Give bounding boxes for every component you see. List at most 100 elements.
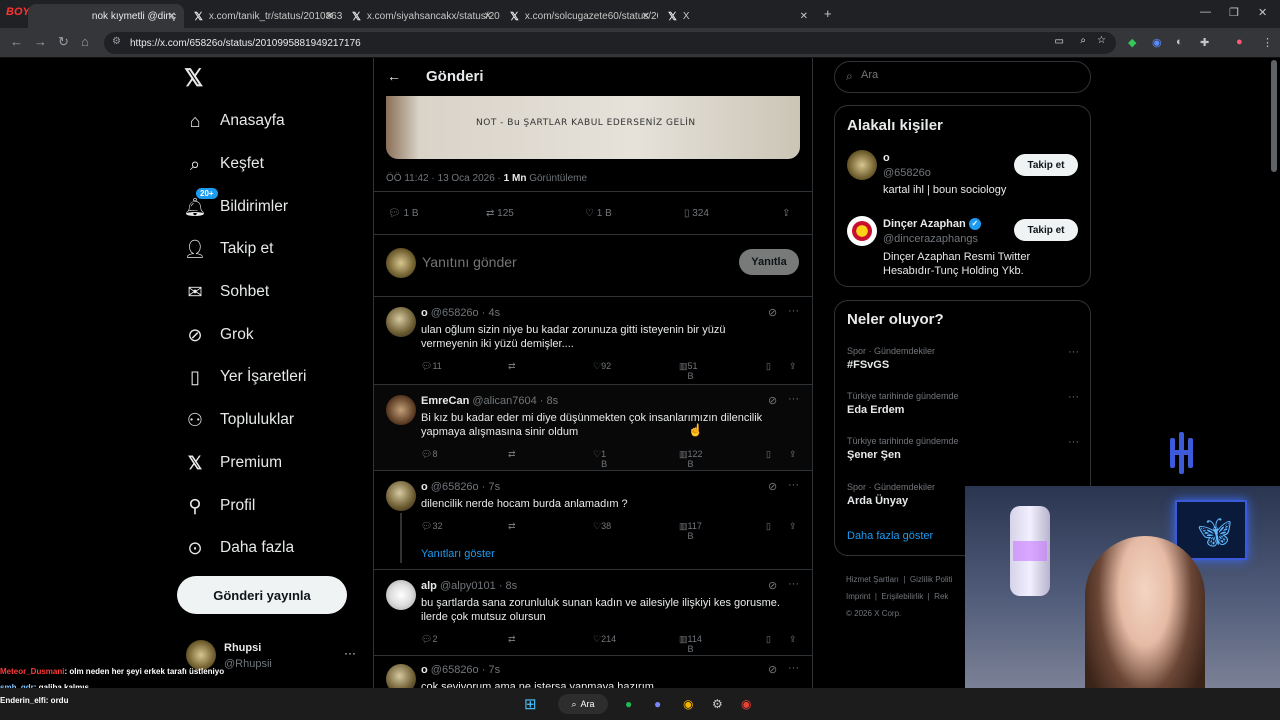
tab-5[interactable]: 𝕏 X ✕ [660, 4, 816, 28]
sidebar-item-grok[interactable]: ⊘ Grok [184, 324, 253, 346]
list-item[interactable]: EmreCan @alican7604 · 8s ⊘ ··· Bi kız bu … [374, 385, 812, 471]
close-icon[interactable]: ✕ [326, 11, 334, 22]
like-button[interactable]: ♡ 92 [593, 361, 611, 372]
extension-icon[interactable]: ◉ [1152, 36, 1162, 49]
repost-button[interactable]: ⇄ [508, 449, 516, 460]
footer-link[interactable]: Rek [934, 592, 948, 601]
close-icon[interactable]: ✕ [642, 11, 650, 22]
x-logo-icon[interactable]: 𝕏 [184, 64, 203, 93]
grok-icon[interactable]: ⊘ [768, 480, 777, 493]
more-icon[interactable]: ··· [788, 393, 799, 405]
back-arrow-icon[interactable]: ← [387, 68, 401, 84]
views-button[interactable]: ▥ 117 B [679, 521, 702, 541]
trend-item[interactable]: Türkiye tarihinde gündemde Şener Şen ··· [847, 436, 1079, 461]
discord-icon[interactable]: ● [654, 697, 661, 711]
extension-icon[interactable]: ◐ [1176, 36, 1183, 48]
more-icon[interactable]: ··· [1068, 346, 1079, 358]
footer-link[interactable]: Hizmet Şartları [846, 575, 899, 584]
more-icon[interactable]: ··· [1068, 391, 1079, 403]
bookmark-icon[interactable]: ▯ [766, 449, 771, 460]
sidebar-item-premium[interactable]: 𝕏 Premium [184, 452, 282, 474]
share-icon[interactable]: ⇪ [789, 449, 797, 460]
follow-button[interactable]: Takip et [1014, 219, 1078, 241]
site-info-icon[interactable]: ⚙ [112, 36, 121, 47]
views-button[interactable]: ▥ 114 B [679, 634, 702, 654]
more-icon[interactable]: ··· [788, 578, 799, 590]
repost-button[interactable]: ⇄ [508, 634, 516, 645]
views-button[interactable]: ▥ 51 B [679, 361, 698, 381]
sidebar-item-more[interactable]: ⊙ Daha fazla [184, 537, 294, 559]
more-icon[interactable]: ··· [788, 479, 799, 491]
close-window-icon[interactable]: ✕ [1258, 6, 1267, 19]
show-more-link[interactable]: Daha fazla göster [847, 530, 933, 542]
follow-button[interactable]: Takip et [1014, 154, 1078, 176]
grok-icon[interactable]: ⊘ [768, 579, 777, 592]
like-button[interactable]: ♡ 38 [593, 521, 611, 532]
reply-button[interactable]: 💬︎ 2 [421, 634, 437, 645]
reply-button[interactable]: 💬︎ 11 [421, 361, 442, 372]
close-icon[interactable]: ✕ [800, 11, 808, 22]
like-button[interactable]: ♡ 214 [593, 634, 616, 645]
trend-item[interactable]: Türkiye tarihinde gündemde Eda Erdem ··· [847, 391, 1079, 416]
sidebar-item-communities[interactable]: ⚇ Topluluklar [184, 409, 294, 431]
person-name[interactable]: Dinçer Azaphan ✓ [883, 218, 981, 231]
post-button[interactable]: Gönderi yayınla [177, 576, 347, 614]
search-input[interactable] [861, 69, 1061, 81]
list-item[interactable]: o @65826o · 4s ⊘ ··· ulan oğlum sizin niy… [374, 297, 812, 385]
tab-4[interactable]: 𝕏x.com/solcugazete60/status/20 ✕ [502, 4, 658, 28]
reply-input[interactable] [422, 251, 672, 273]
list-item[interactable]: o @65826o · 7s ⊘ ··· dilencilik nerde hoc… [374, 471, 812, 570]
close-icon[interactable]: ✕ [168, 11, 176, 22]
reply-button[interactable]: 💬︎ 32 [421, 521, 442, 532]
footer-link[interactable]: Imprint [846, 592, 870, 601]
show-replies-link[interactable]: Yanıtları göster [421, 548, 495, 560]
puzzle-icon[interactable]: ✚ [1200, 36, 1209, 49]
more-icon[interactable]: ··· [344, 646, 356, 660]
repost-button[interactable]: ⇄ [508, 361, 516, 372]
share-icon[interactable]: ⇪ [789, 634, 797, 645]
zoom-icon[interactable]: ⌕ [1080, 35, 1086, 46]
close-icon[interactable]: ✕ [484, 11, 492, 22]
bookmark-icon[interactable]: ▯ [766, 521, 771, 532]
more-icon[interactable]: ··· [1068, 436, 1079, 448]
app-icon[interactable]: ⚙ [712, 697, 723, 711]
share-icon[interactable]: ⇪ [782, 208, 790, 219]
trend-item[interactable]: Spor · Gündemdekiler #FSvGS ··· [847, 346, 1079, 371]
sidebar-item-home[interactable]: ⌂ Anasayfa [184, 110, 285, 132]
bookmark-button[interactable]: ▯ 324 [684, 208, 709, 219]
tab-3[interactable]: 𝕏x.com/siyahsancakx/status/201 ✕ [344, 4, 500, 28]
sidebar-item-explore[interactable]: ⌕ Keşfet [184, 153, 264, 175]
maximize-icon[interactable]: ❐ [1229, 6, 1239, 19]
url-field[interactable]: ⚙ https://x.com/65826o/status/2010995881… [104, 32, 1116, 54]
windows-start-icon[interactable]: ⊞ [524, 695, 537, 713]
reload-icon[interactable]: ↻ [58, 34, 69, 50]
sidebar-item-profile[interactable]: ⚲ Profil [184, 495, 255, 517]
more-icon[interactable]: ··· [788, 662, 799, 674]
back-icon[interactable]: ← [10, 34, 23, 49]
share-icon[interactable]: ⇪ [789, 361, 797, 372]
footer-link[interactable]: Gizlilik Politi [910, 575, 953, 584]
forward-icon[interactable]: → [34, 34, 47, 49]
home-browser-icon[interactable]: ⌂ [81, 34, 89, 49]
menu-icon[interactable]: ⋮ [1262, 36, 1273, 49]
tab-2[interactable]: 𝕏x.com/tanik_tr/status/20108630 ✕ [186, 4, 342, 28]
more-icon[interactable]: ··· [788, 305, 799, 317]
new-tab-button[interactable]: + [824, 6, 832, 21]
list-item[interactable]: alp @alpy0101 · 8s ⊘ ··· bu şartlarda san… [374, 570, 812, 656]
views-button[interactable]: ▥ 122 B [679, 449, 703, 469]
chrome-active-icon[interactable]: ◉ [741, 697, 751, 711]
share-icon[interactable]: ⇪ [789, 521, 797, 532]
sidebar-item-chat[interactable]: ✉ Sohbet [184, 281, 269, 303]
list-item[interactable]: o @65826o · 7s ⊘ ··· çok seviyorum ama ne… [374, 656, 812, 688]
grok-icon[interactable]: ⊘ [768, 394, 777, 407]
repost-button[interactable]: ⇄ 125 [486, 208, 514, 219]
star-icon[interactable]: ☆ [1097, 35, 1106, 46]
tab-1[interactable]: nok kıymetli @dinç ✕ [28, 4, 184, 28]
cast-icon[interactable]: ▭ [1055, 36, 1064, 47]
search-box[interactable]: ⌕ [834, 61, 1091, 93]
footer-link[interactable]: Erişilebilirlik [881, 592, 923, 601]
chrome-icon[interactable]: ◉ [683, 697, 693, 711]
person-name[interactable]: o [883, 152, 890, 164]
minimize-icon[interactable]: — [1200, 6, 1211, 18]
sidebar-item-notifications[interactable]: 🔔︎ 20+ Bildirimler [184, 188, 288, 218]
